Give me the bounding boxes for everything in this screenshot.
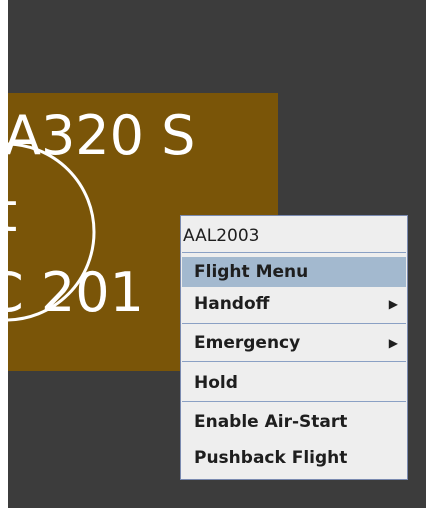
menu-item-hold[interactable]: Hold xyxy=(182,368,406,398)
menu-item-label: Enable Air-Start xyxy=(194,412,348,432)
chevron-right-icon: ▶ xyxy=(388,336,398,350)
menu-item-label: Handoff xyxy=(194,294,270,314)
menu-separator xyxy=(182,323,406,324)
menu-item-enable-air-start[interactable]: Enable Air-Start xyxy=(182,407,406,437)
radar-canvas[interactable]: A320 S t C 201 AAL2003 Flight Menu Hando… xyxy=(8,0,426,508)
menu-item-handoff[interactable]: Handoff ▶ xyxy=(182,289,406,319)
menu-separator xyxy=(182,252,406,253)
menu-item-flight-menu[interactable]: Flight Menu xyxy=(182,257,406,287)
menu-item-label: Flight Menu xyxy=(194,262,309,282)
menu-separator xyxy=(182,401,406,402)
menu-item-emergency[interactable]: Emergency ▶ xyxy=(182,328,406,358)
window-frame: A320 S t C 201 AAL2003 Flight Menu Hando… xyxy=(0,0,426,508)
menu-item-label: Pushback Flight xyxy=(194,448,348,468)
menu-item-label: Emergency xyxy=(194,333,301,353)
chevron-right-icon: ▶ xyxy=(388,297,398,311)
menu-item-pushback-flight[interactable]: Pushback Flight xyxy=(182,443,406,473)
menu-separator xyxy=(182,361,406,362)
menu-item-label: Hold xyxy=(194,373,238,393)
menu-title: AAL2003 xyxy=(183,226,260,246)
aircraft-context-menu: AAL2003 Flight Menu Handoff ▶ Emergency … xyxy=(180,215,408,480)
